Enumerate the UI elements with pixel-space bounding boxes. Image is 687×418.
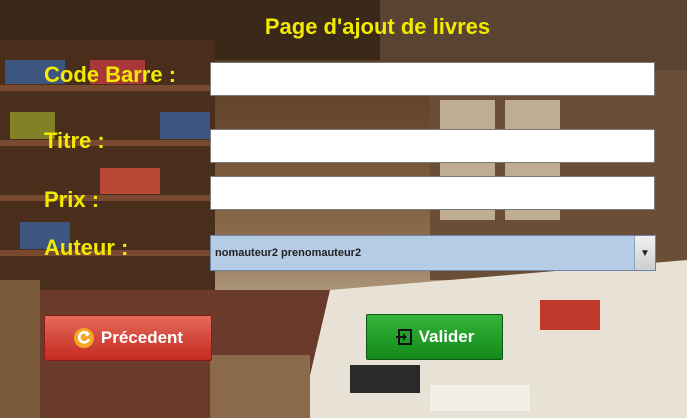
price-input[interactable] <box>210 176 655 210</box>
barcode-label: Code Barre : <box>44 62 177 87</box>
previous-button[interactable]: Précedent <box>44 315 212 361</box>
back-arrow-icon <box>73 327 95 349</box>
validate-button-label: Valider <box>418 327 475 346</box>
previous-button-label: Précedent <box>100 328 184 347</box>
author-select[interactable]: nomauteur2 prenomauteur2 ▼ <box>210 235 656 271</box>
title-label: Titre : <box>44 128 105 153</box>
author-label: Auteur : <box>44 235 129 260</box>
page-title: Page d'ajout de livres <box>264 14 491 39</box>
chevron-down-icon[interactable]: ▼ <box>634 236 655 270</box>
book-add-page: Page d'ajout de livres Code Barre : Titr… <box>0 0 687 418</box>
author-selected-value: nomauteur2 prenomauteur2 <box>215 247 362 259</box>
validate-button[interactable]: Valider <box>366 314 503 360</box>
barcode-input[interactable] <box>210 62 655 96</box>
price-label: Prix : <box>44 187 100 212</box>
title-input[interactable] <box>210 129 655 163</box>
login-arrow-icon <box>395 328 413 346</box>
